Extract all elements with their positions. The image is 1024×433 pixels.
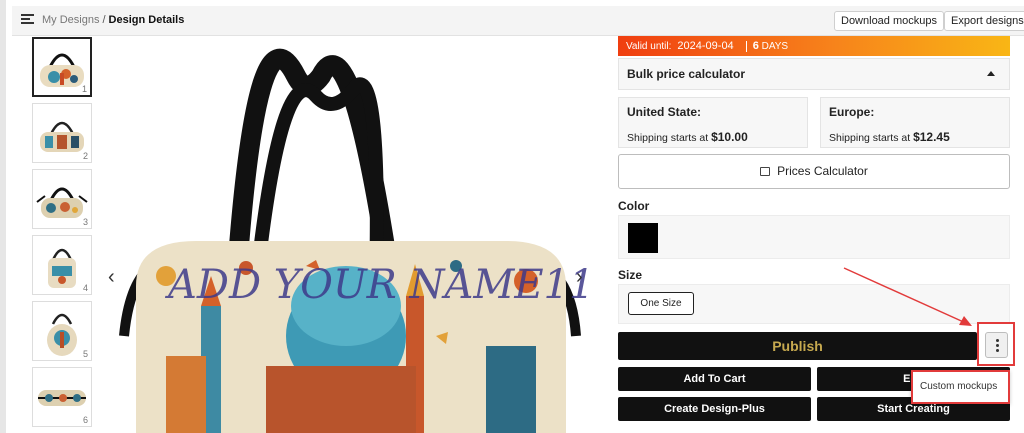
- caret-up-icon: [987, 71, 995, 76]
- breadcrumb: My Designs / Design Details: [42, 14, 184, 26]
- breadcrumb-separator: /: [102, 14, 106, 26]
- breadcrumb-my-designs[interactable]: My Designs: [42, 14, 99, 26]
- shipping-info: Shipping starts at $10.00: [627, 130, 748, 144]
- size-options: One Size: [618, 284, 1010, 324]
- shipping-region: Europe:: [829, 105, 875, 119]
- thumbnail-1[interactable]: 1: [32, 37, 92, 97]
- prices-calculator-label: Prices Calculator: [777, 164, 868, 178]
- more-vertical-icon[interactable]: [985, 332, 1008, 358]
- image-icon: [760, 167, 771, 176]
- days-label: DAYS: [761, 41, 789, 52]
- thumbnail-3[interactable]: 3: [32, 169, 92, 229]
- export-designs-button[interactable]: Export designs: [944, 11, 1024, 31]
- color-label: Color: [618, 199, 650, 213]
- chevron-right-icon[interactable]: ›: [576, 266, 583, 289]
- shipping-price: $10.00: [711, 130, 748, 144]
- app-window: My Designs / Design Details Download mocku…: [0, 0, 1024, 433]
- top-bar: My Designs / Design Details Download mocku…: [12, 6, 1024, 36]
- thumbnail-4[interactable]: 4: [32, 235, 92, 295]
- shipping-region: United State:: [627, 105, 702, 119]
- bag-main-image: ADD YOUR NAME11: [119, 48, 592, 433]
- thumbnail-6[interactable]: 6: [32, 367, 92, 427]
- publish-button[interactable]: Publish: [618, 332, 977, 360]
- download-mockups-button[interactable]: Download mockups: [834, 11, 944, 31]
- main-product-view: ADD YOUR NAME11 ‹ ›: [106, 36, 592, 433]
- thumbnail-strip: 1 2 3 4 5 6: [32, 36, 94, 433]
- chevron-left-icon[interactable]: ‹: [108, 266, 115, 289]
- days-count: 6: [752, 40, 759, 52]
- validity-banner: Valid until: 2024-09-04 6 DAYS: [618, 36, 1010, 56]
- more-options-dropdown: Custom mockups: [911, 370, 1010, 404]
- valid-until-label: Valid until:: [626, 41, 672, 52]
- thumbnail-2[interactable]: 2: [32, 103, 92, 163]
- custom-mockups-menu-item[interactable]: Custom mockups: [920, 381, 997, 392]
- color-options: [618, 215, 1010, 259]
- shipping-card-eu: Europe: Shipping starts at $12.45: [820, 97, 1010, 148]
- prices-calculator-button[interactable]: Prices Calculator: [618, 154, 1010, 189]
- create-design-plus-button[interactable]: Create Design-Plus: [618, 397, 811, 421]
- size-option-one-size[interactable]: One Size: [628, 292, 694, 315]
- bulk-price-calculator-toggle[interactable]: Bulk price calculator: [618, 58, 1010, 90]
- shipping-card-us: United State: Shipping starts at $10.00: [618, 97, 808, 148]
- breadcrumb-current: Design Details: [108, 14, 185, 26]
- size-label: Size: [618, 268, 643, 282]
- thumbnail-5[interactable]: 5: [32, 301, 92, 361]
- custom-name-overlay: ADD YOUR NAME11: [164, 262, 592, 308]
- color-swatch-black[interactable]: [628, 223, 658, 253]
- shipping-info: Shipping starts at $12.45: [829, 130, 950, 144]
- shipping-price: $12.45: [913, 130, 950, 144]
- valid-until-date: 2024-09-04: [677, 40, 734, 52]
- add-to-cart-button[interactable]: Add To Cart: [618, 367, 811, 391]
- more-options-highlight: [977, 322, 1015, 366]
- menu-icon[interactable]: [21, 14, 34, 25]
- bulk-price-label: Bulk price calculator: [627, 67, 746, 81]
